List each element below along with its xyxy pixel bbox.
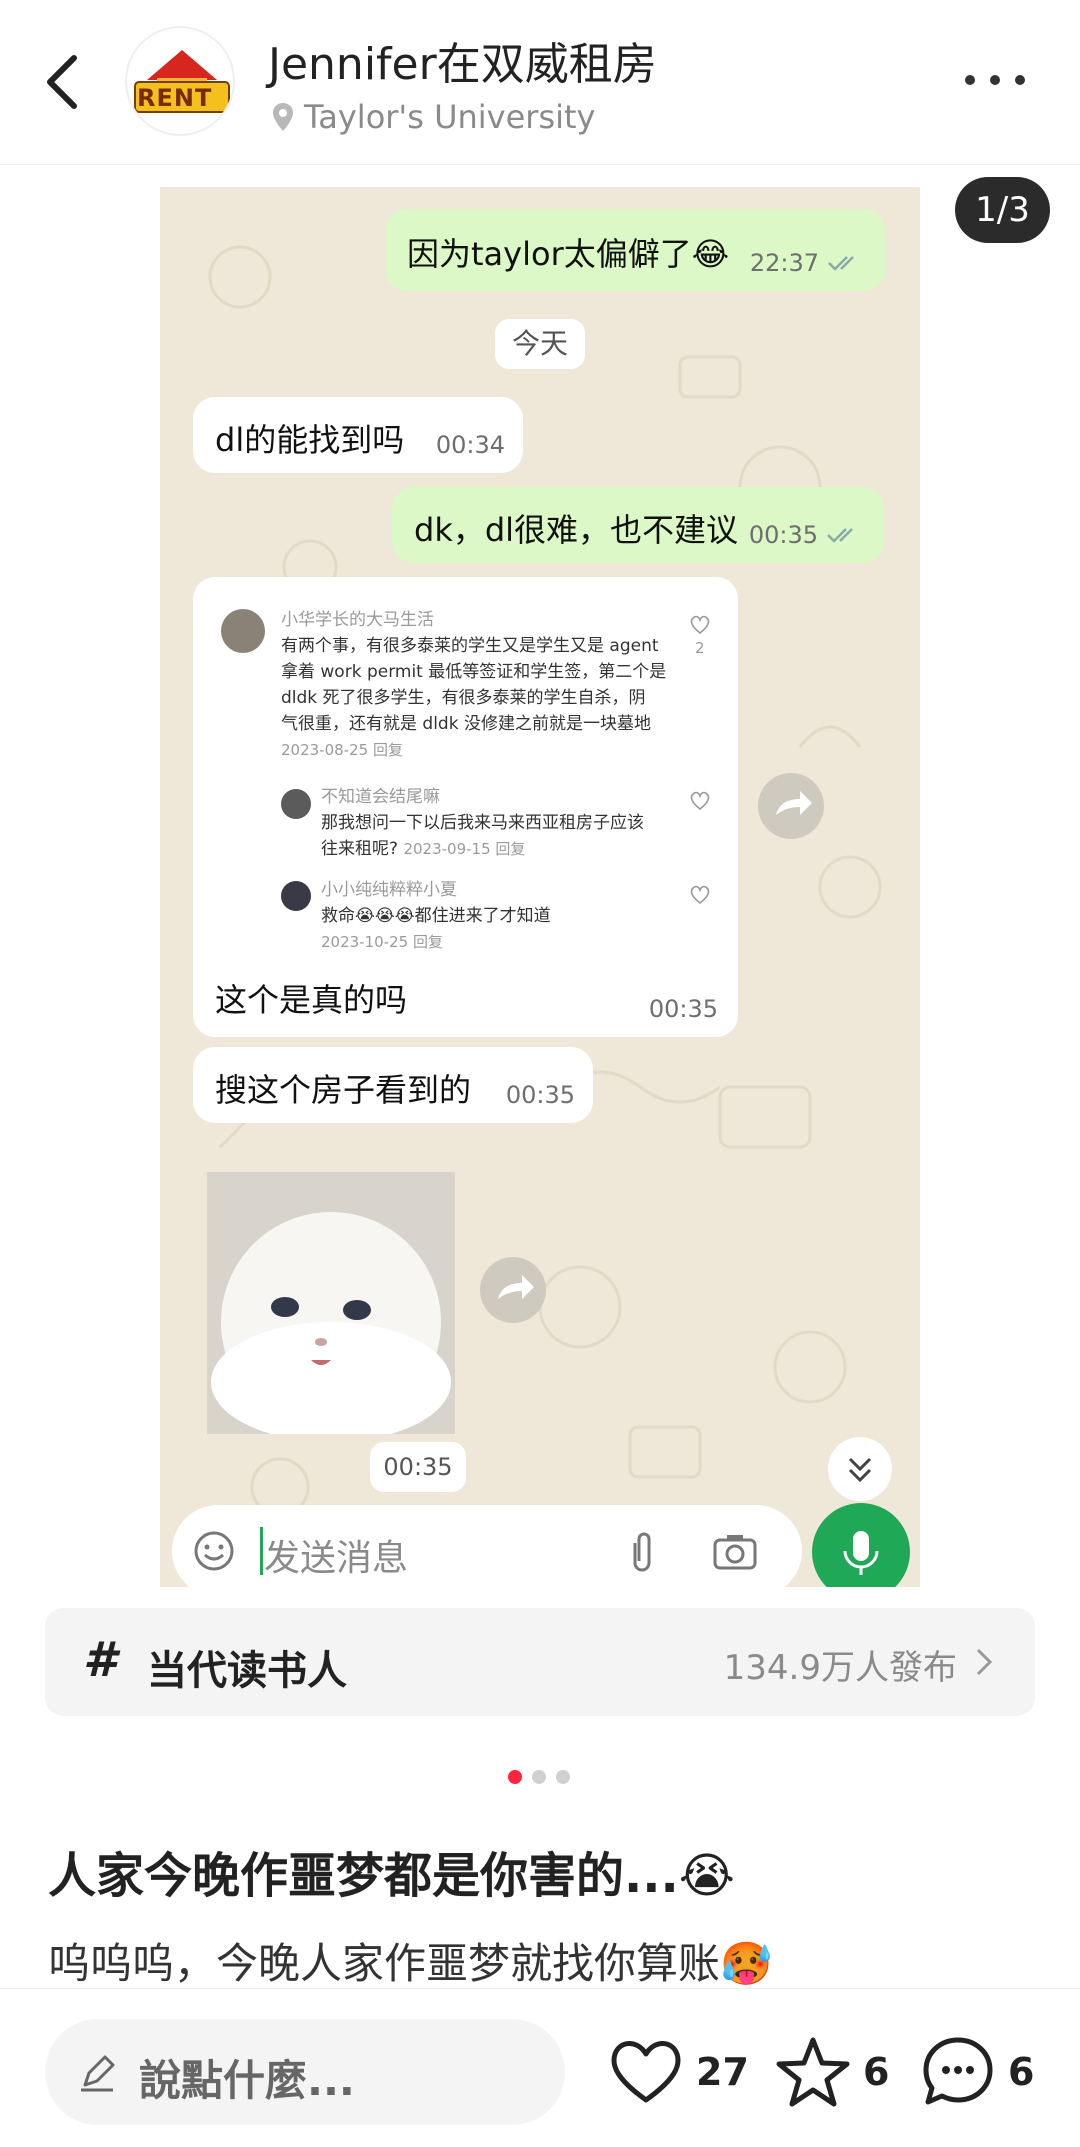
heart-icon [690, 791, 710, 811]
topic-post-count: 134.9万人發布 [723, 1648, 957, 1688]
post-header: RENT Jennifer在双威租房 Taylor's University [0, 0, 1080, 165]
avatar-label: RENT [137, 84, 213, 112]
comment-input[interactable]: 說點什麼... [45, 2019, 565, 2125]
date-separator: 今天 [495, 319, 585, 369]
message-time: 00:34 [435, 431, 505, 459]
chat-bubble-icon [923, 2037, 993, 2105]
message-time: 22:37 [749, 249, 819, 277]
commenter-avatar [281, 789, 311, 819]
embedded-reply: 不知道会结尾嘛 那我想问一下以后我来马来西亚租房子应该 往来租呢? 2023-0… [321, 787, 644, 859]
chevron-right-icon [976, 1648, 993, 1676]
message-text: 搜这个房子看到的 [215, 1071, 472, 1109]
commenter-avatar [221, 609, 265, 653]
heart-icon [611, 2041, 681, 2103]
heart-icon [690, 615, 710, 635]
message-bubble-incoming-with-image[interactable]: 小华学长的大马生活 有两个事，有很多泰莱的学生又是学生又是 agent 拿着 w… [193, 577, 738, 1037]
like-button[interactable]: 27 [608, 2027, 749, 2117]
bottom-action-bar: 說點什麼... 27 6 6 [0, 1988, 1080, 2147]
pen-icon [81, 2055, 115, 2092]
crying-cat-image[interactable] [207, 1172, 455, 1434]
chat-input-bar[interactable]: 发送消息 [172, 1505, 802, 1587]
camera-icon[interactable] [712, 1531, 758, 1571]
message-text: 因为taylor太偏僻了😂 [407, 235, 730, 273]
double-check-icon [828, 256, 854, 271]
crying-cat-illustration [207, 1172, 455, 1434]
chat-screenshot: 因为taylor太偏僻了😂 22:37 今天 dl的能找到吗 00:34 dk，… [160, 187, 920, 1587]
message-text: dk，dl很难，也不建议 [414, 511, 739, 549]
back-icon[interactable] [38, 52, 88, 112]
post-body: 呜呜呜，今晚人家作噩梦就找你算账🥵 [48, 1939, 773, 1988]
like-count: 27 [696, 2050, 749, 2094]
more-options-icon[interactable] [960, 60, 1030, 100]
attachment-icon[interactable] [627, 1529, 657, 1575]
forward-button[interactable] [480, 1257, 546, 1323]
message-bubble-incoming[interactable]: dl的能找到吗 00:34 [193, 397, 523, 473]
mic-button[interactable] [812, 1503, 910, 1587]
message-text: dl的能找到吗 [215, 421, 405, 459]
location-label: Taylor's University [304, 98, 596, 136]
forward-button[interactable] [758, 773, 824, 839]
rent-logo-icon [134, 50, 230, 113]
topic-tag[interactable]: # 当代读书人 134.9万人發布 [45, 1608, 1035, 1716]
commenter-avatar [281, 881, 311, 911]
comment-like-count: 2 [695, 639, 705, 657]
image-time: 00:35 [370, 1442, 466, 1492]
microphone-icon [843, 1531, 879, 1575]
star-icon [776, 2037, 850, 2107]
message-time: 00:35 [748, 521, 818, 549]
message-bubble-incoming[interactable]: 搜这个房子看到的 00:35 [193, 1047, 593, 1123]
hashtag-icon: # [83, 1632, 117, 1688]
image-carousel[interactable]: 因为taylor太偏僻了😂 22:37 今天 dl的能找到吗 00:34 dk，… [0, 165, 1080, 1600]
image-page-counter: 1/3 [955, 177, 1050, 243]
forward-icon [776, 791, 812, 815]
heart-icon [690, 885, 710, 905]
author-name[interactable]: Jennifer在双威租房 [268, 28, 657, 92]
double-check-icon [827, 528, 853, 543]
topic-name: 当代读书人 [147, 1648, 347, 1694]
comment-count: 6 [1008, 2050, 1035, 2094]
comment-placeholder: 說點什麼... [139, 2056, 355, 2105]
message-time: 00:35 [648, 995, 718, 1023]
emoji-icon[interactable] [192, 1529, 236, 1573]
message-bubble-outgoing[interactable]: dk，dl很难，也不建议 00:35 [392, 487, 884, 563]
post-title: 人家今晚作噩梦都是你害的...😭 [48, 1848, 735, 1904]
collect-button[interactable]: 6 [775, 2027, 889, 2117]
embedded-reply: 小小纯纯粹粹小夏 救命😭😭😭都住进来了才知道 2023-10-25 回复 [321, 880, 551, 951]
carousel-dot-active [508, 1770, 522, 1784]
location-pin-icon [273, 103, 293, 131]
text-cursor [260, 1527, 263, 1575]
carousel-dot [556, 1770, 570, 1784]
message-time: 00:35 [505, 1081, 575, 1109]
comment-button[interactable]: 6 [920, 2027, 1034, 2117]
double-chevron-down-icon [848, 1457, 872, 1483]
location-tag[interactable]: Taylor's University [270, 98, 595, 136]
collect-count: 6 [863, 2050, 890, 2094]
message-text: 这个是真的吗 [215, 981, 408, 1019]
carousel-indicator [508, 1770, 570, 1784]
forward-icon [498, 1275, 534, 1299]
author-avatar[interactable]: RENT [125, 26, 235, 136]
chat-input-placeholder: 发送消息 [264, 1538, 409, 1579]
carousel-dot [532, 1770, 546, 1784]
scroll-down-button[interactable] [828, 1437, 892, 1501]
message-bubble-outgoing[interactable]: 因为taylor太偏僻了😂 22:37 [385, 209, 885, 291]
embedded-comment: 小华学长的大马生活 有两个事，有很多泰莱的学生又是学生又是 agent 拿着 w… [281, 610, 667, 759]
